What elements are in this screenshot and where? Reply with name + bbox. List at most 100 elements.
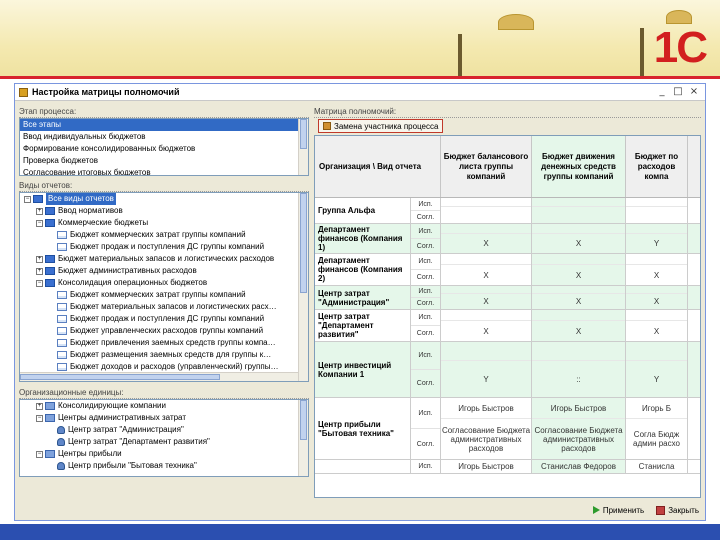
header-banner: 1С [0, 0, 720, 133]
cell-executor [441, 286, 531, 295]
report-tree-item[interactable]: Бюджет привлечения заемных средств групп… [20, 337, 308, 349]
cell-executor [532, 310, 625, 321]
matrix-row[interactable]: Центр инвестиций Компании 1 Исп. Согл. Y:: Y [315, 342, 700, 398]
report-tree-item[interactable]: − Коммерческие бюджеты [20, 217, 308, 229]
report-tree-item[interactable]: Бюджет размещения заемных средств для гр… [20, 349, 308, 361]
step-item[interactable]: Проверка бюджетов [20, 155, 308, 167]
unit-tree-item[interactable]: + Консолидирующие компании [20, 400, 308, 412]
report-tree-item[interactable]: Бюджет материальных запасов и логистичес… [20, 301, 308, 313]
close-button[interactable]: Закрыть [656, 505, 699, 515]
role-executor: Исп. [411, 398, 440, 429]
matrix-cell[interactable] [441, 198, 532, 223]
unit-tree-item[interactable]: Центр прибыли "Бытовая техника" [20, 460, 308, 472]
expand-icon[interactable]: + [36, 255, 43, 263]
report-tree-item[interactable]: + Ввод нормативов [20, 205, 308, 217]
matrix-row[interactable]: Департамент финансов (Компания 2) Исп. Сог… [315, 254, 700, 286]
matrix-cell[interactable]: X [441, 224, 532, 253]
unit-tree-item[interactable]: − Центры прибыли [20, 448, 308, 460]
report-tree-item[interactable]: + Бюджет административных расходов [20, 265, 308, 277]
unit-item-label: Центр прибыли "Бытовая техника" [68, 461, 197, 470]
footer-bar [0, 524, 720, 540]
matrix-row[interactable]: Исп. Игорь Быстров Станислав Федоров Станис… [315, 460, 700, 474]
matrix-cell[interactable]: X [626, 286, 688, 309]
unit-tree-item[interactable]: Центр затрат "Департамент развития" [20, 436, 308, 448]
matrix-cell[interactable]: Y [441, 342, 532, 397]
row-role-labels: Исп. Согл. [411, 398, 441, 459]
report-tree-item[interactable]: − Консолидация операционных бюджетов [20, 277, 308, 289]
matrix-row[interactable]: Центр затрат "Администрация" Исп. Согл. X X X [315, 286, 700, 310]
matrix-cell[interactable]: X [626, 254, 688, 285]
unit-tree-item[interactable]: − Центры административных затрат [20, 412, 308, 424]
matrix-row[interactable]: Центр прибыли "Бытовая техника" Исп. Согл.… [315, 398, 700, 460]
matrix-cell[interactable]: Y [626, 224, 688, 253]
step-item[interactable]: Ввод индивидуальных бюджетов [20, 131, 308, 143]
matrix-cell[interactable]: X [441, 254, 532, 285]
cell-approver: Согла Бюдж админ расхо [633, 430, 680, 448]
matrix-row[interactable]: Центр затрат "Департамент развития" Исп. С… [315, 310, 700, 342]
matrix-cell[interactable]: Станисла [626, 460, 688, 473]
report-tree-item[interactable]: Бюджет коммерческих затрат группы компан… [20, 289, 308, 301]
report-tree-item[interactable]: Бюджет коммерческих затрат группы компан… [20, 229, 308, 241]
expand-icon[interactable]: + [36, 402, 43, 410]
replace-participant-button[interactable]: Замена участника процесса [318, 119, 444, 133]
matrix-cell[interactable]: Игорь Б Согла Бюдж админ расхо [626, 398, 688, 459]
collapse-icon[interactable]: − [24, 195, 31, 203]
matrix-cell[interactable]: X [441, 310, 532, 341]
cell-executor [626, 198, 687, 207]
units-scrollbar[interactable] [298, 400, 308, 476]
unit-tree-item[interactable]: Центр затрат "Администрация" [20, 424, 308, 436]
report-item-label: Коммерческие бюджеты [58, 218, 149, 227]
row-role-labels: Исп. [411, 460, 441, 473]
close-window-button[interactable]: × [687, 86, 701, 98]
step-item[interactable]: Формирование консолидированных бюджетов [20, 143, 308, 155]
matrix-cell[interactable]: X [532, 224, 626, 253]
report-tree-item[interactable]: Бюджет управленческих расходов группы ко… [20, 325, 308, 337]
minimize-button[interactable]: _ [655, 86, 669, 98]
matrix-cell[interactable]: Игорь Быстров Согласование Бюджета админи… [441, 398, 532, 459]
matrix-cell[interactable]: X [532, 286, 626, 309]
steps-scrollbar[interactable] [298, 119, 308, 175]
step-item[interactable]: Все этапы [20, 119, 308, 131]
matrix-cell[interactable]: Игорь Быстров [441, 460, 532, 473]
maximize-button[interactable]: □ [671, 86, 685, 98]
reports-scrollbar[interactable] [298, 193, 308, 381]
report-tree-item[interactable]: Бюджет продаж и поступления ДС группы ко… [20, 313, 308, 325]
collapse-icon[interactable]: − [36, 219, 43, 227]
cell-executor [626, 224, 687, 235]
apply-button[interactable]: Применить [592, 506, 644, 515]
matrix-cell[interactable]: X [626, 310, 688, 341]
matrix-cell[interactable]: Y [626, 342, 688, 397]
matrix-cell[interactable]: X [532, 310, 626, 341]
role-executor: Исп. [411, 310, 440, 326]
reports-tree[interactable]: − Все виды отчетов + Ввод нормативов − Коммер… [19, 192, 309, 382]
matrix-row[interactable]: Группа Альфа Исп. Согл. [315, 198, 700, 224]
matrix-grid[interactable]: Организация \ Вид отчета Бюджет балансов… [314, 135, 701, 498]
cell-approver: X [653, 270, 660, 280]
expand-icon[interactable]: + [36, 267, 43, 275]
report-tree-item[interactable]: + Бюджет материальных запасов и логистиче… [20, 253, 308, 265]
matrix-row[interactable]: Департамент финансов (Компания 1) Исп. Сог… [315, 224, 700, 254]
matrix-cell[interactable]: Игорь Быстров Согласование Бюджета админи… [532, 398, 626, 459]
matrix-cell[interactable]: :: [532, 342, 626, 397]
matrix-cell[interactable]: Станислав Федоров [532, 460, 626, 473]
collapse-icon[interactable]: − [36, 450, 43, 458]
steps-list[interactable]: Все этапы Ввод индивидуальных бюджетов Фор… [19, 118, 309, 176]
expand-icon[interactable]: + [36, 207, 43, 215]
report-tree-item[interactable]: − Все виды отчетов [20, 193, 308, 205]
report-tree-item[interactable]: Бюджет продаж и поступления ДС группы ко… [20, 241, 308, 253]
cell-approver: Y [483, 374, 489, 384]
reports-hscrollbar[interactable] [20, 372, 298, 381]
units-tree[interactable]: + Консолидирующие компании − Центры админис… [19, 399, 309, 477]
matrix-cell[interactable]: X [441, 286, 532, 309]
step-item[interactable]: Согласование итоговых бюджетов [20, 167, 308, 175]
report-item-label: Бюджет управленческих расходов группы ко… [70, 326, 264, 335]
matrix-cell[interactable]: X [532, 254, 626, 285]
role-executor: Исп. [411, 198, 440, 211]
matrix-cell[interactable] [532, 198, 626, 223]
matrix-cell[interactable] [626, 198, 688, 223]
collapse-icon[interactable]: − [36, 279, 43, 287]
person-icon [57, 426, 65, 434]
collapse-icon[interactable]: − [36, 414, 43, 422]
